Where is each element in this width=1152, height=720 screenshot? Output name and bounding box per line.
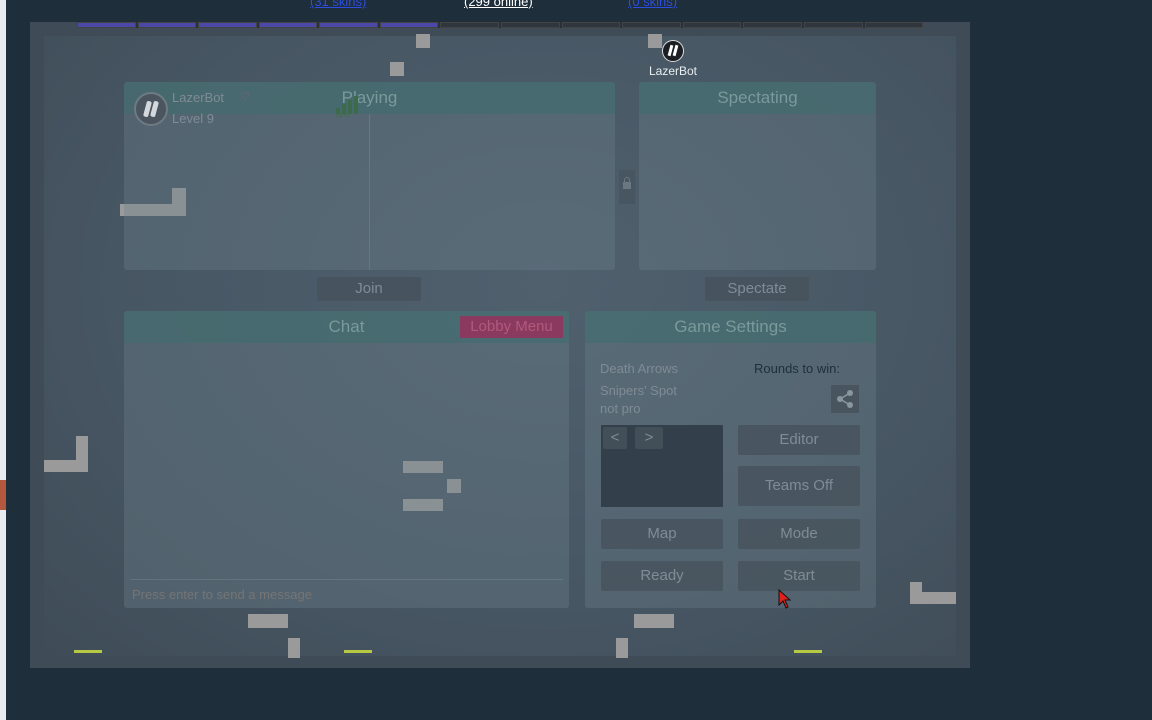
progress-segment bbox=[440, 22, 500, 28]
map-preview: < > bbox=[601, 425, 723, 507]
game-settings-title: Game Settings bbox=[585, 311, 876, 343]
chat-panel: Chat Lobby Menu bbox=[124, 311, 569, 608]
ground-accent bbox=[794, 650, 822, 653]
progress-segment bbox=[379, 22, 439, 28]
platform-block bbox=[416, 34, 430, 48]
platform-block bbox=[288, 638, 300, 658]
spectate-button[interactable]: Spectate bbox=[705, 277, 809, 301]
ping-value: 0ms bbox=[336, 112, 350, 119]
spectating-title: Spectating bbox=[639, 82, 876, 114]
rounds-label: Rounds to win: bbox=[754, 361, 840, 376]
map-author: not pro bbox=[600, 401, 641, 416]
platform-block bbox=[76, 436, 88, 472]
lobby-menu-button[interactable]: Lobby Menu bbox=[460, 316, 563, 338]
ready-button[interactable]: Ready bbox=[601, 561, 723, 591]
next-map-button[interactable]: > bbox=[635, 427, 663, 449]
progress-segment bbox=[137, 22, 197, 28]
skins-link-right[interactable]: (0 skins) bbox=[628, 0, 677, 9]
editor-button[interactable]: Editor bbox=[738, 425, 860, 455]
signal-icon: 0ms bbox=[336, 94, 368, 119]
mode-button[interactable]: Mode bbox=[738, 519, 860, 549]
platform-block bbox=[616, 638, 628, 658]
lock-icon[interactable] bbox=[619, 170, 635, 204]
column-divider bbox=[369, 114, 370, 270]
join-button[interactable]: Join bbox=[317, 277, 421, 301]
progress-segment bbox=[258, 22, 318, 28]
player-nametag: LazerBot bbox=[648, 64, 698, 78]
player-avatar-icon bbox=[662, 40, 684, 62]
player-name: LazerBot bbox=[172, 90, 225, 105]
chat-input[interactable] bbox=[130, 583, 564, 605]
online-count[interactable]: (299 online) bbox=[464, 0, 533, 9]
top-links-bar: (31 skins) (299 online) (0 skins) bbox=[0, 0, 1152, 10]
ground-accent bbox=[344, 650, 372, 653]
left-edge-strip bbox=[0, 0, 6, 720]
left-edge-marker bbox=[0, 480, 6, 510]
progress-segment bbox=[501, 22, 560, 28]
platform-block bbox=[648, 34, 662, 48]
map-name: Snipers' Spot bbox=[600, 383, 677, 398]
start-button[interactable]: Start bbox=[738, 561, 860, 591]
progress-segment bbox=[319, 22, 378, 28]
progress-segment bbox=[682, 22, 742, 28]
platform-block bbox=[634, 614, 674, 628]
prev-map-button[interactable]: < bbox=[603, 427, 627, 449]
share-icon[interactable] bbox=[831, 385, 859, 413]
skins-link-left[interactable]: (31 skins) bbox=[310, 0, 366, 9]
progress-segment bbox=[198, 22, 257, 28]
ground-accent bbox=[74, 650, 102, 653]
playing-panel: Playing LazerBot ♡ Level 9 0ms bbox=[124, 82, 615, 270]
progress-segment bbox=[864, 22, 924, 28]
map-button[interactable]: Map bbox=[601, 519, 723, 549]
progress-segment bbox=[803, 22, 863, 28]
teams-toggle-button[interactable]: Teams Off bbox=[738, 466, 860, 506]
player-entry[interactable]: LazerBot ♡ Level 9 0ms bbox=[134, 90, 374, 134]
progress-segment bbox=[622, 22, 681, 28]
lobby-progress-bar bbox=[77, 22, 924, 28]
platform-block bbox=[910, 582, 922, 604]
mouse-cursor-icon bbox=[778, 589, 792, 609]
player-avatar-icon bbox=[134, 92, 168, 126]
heart-icon: ♡ bbox=[240, 91, 250, 103]
player-level: Level 9 bbox=[172, 111, 214, 126]
platform-block bbox=[390, 62, 404, 76]
spectating-panel: Spectating bbox=[639, 82, 876, 270]
platform-block bbox=[248, 614, 288, 628]
mode-name: Death Arrows bbox=[600, 361, 679, 376]
progress-segment bbox=[743, 22, 802, 28]
progress-segment bbox=[77, 22, 136, 28]
game-settings-panel: Game Settings Death Arrows Snipers' Spot… bbox=[585, 311, 876, 608]
progress-segment bbox=[561, 22, 621, 28]
chat-divider bbox=[130, 579, 563, 580]
